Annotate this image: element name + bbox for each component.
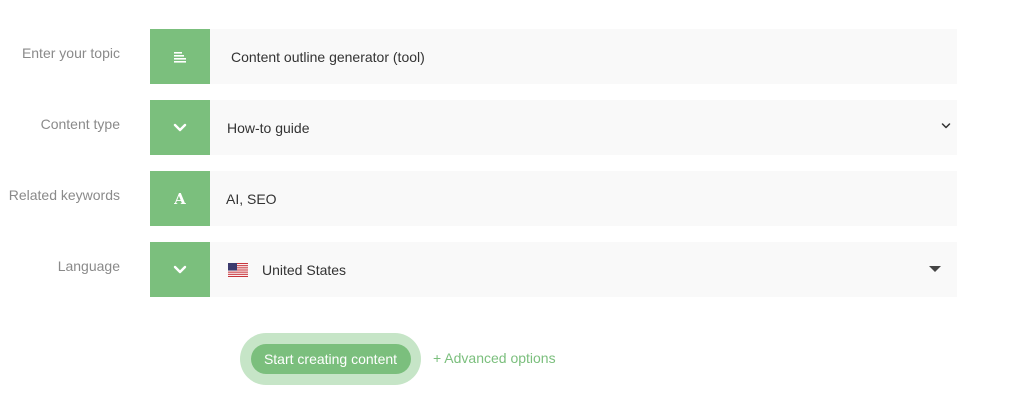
letter-a-glyph: A [174, 189, 186, 208]
content-type-value: How-to guide [227, 119, 310, 136]
us-flag-icon [228, 262, 248, 277]
language-select[interactable]: United States [210, 242, 957, 297]
chevron-down-icon [150, 242, 210, 297]
topic-row: Enter your topic Content outline generat… [0, 29, 1009, 84]
keywords-label: Related keywords [8, 187, 120, 203]
caret-down-icon [929, 266, 941, 272]
keywords-row: Related keywords A AI, SEO [0, 171, 1009, 226]
start-creating-button[interactable]: Start creating content [250, 344, 411, 374]
chevron-down-icon [150, 100, 210, 155]
select-chevron-icon [941, 123, 951, 129]
letter-a-icon: A [150, 171, 210, 226]
topic-label: Enter your topic [21, 45, 120, 61]
topic-input[interactable]: Content outline generator (tool) [210, 29, 957, 84]
text-lines-icon [150, 29, 210, 84]
topic-input-value: Content outline generator (tool) [231, 48, 425, 65]
advanced-options-link[interactable]: + Advanced options [433, 350, 556, 366]
content-type-select[interactable]: How-to guide [210, 100, 957, 155]
keywords-input[interactable]: AI, SEO [210, 171, 957, 226]
keywords-input-value: AI, SEO [226, 190, 277, 207]
content-type-row: Content type How-to guide [0, 100, 1009, 155]
content-type-label: Content type [40, 116, 120, 132]
language-row: Language United States [0, 242, 1009, 297]
language-value: United States [262, 261, 347, 278]
content-form: Enter your topic Content outline generat… [0, 0, 1009, 418]
start-button-halo[interactable]: Start creating content [240, 333, 421, 385]
language-label: Language [57, 258, 120, 274]
